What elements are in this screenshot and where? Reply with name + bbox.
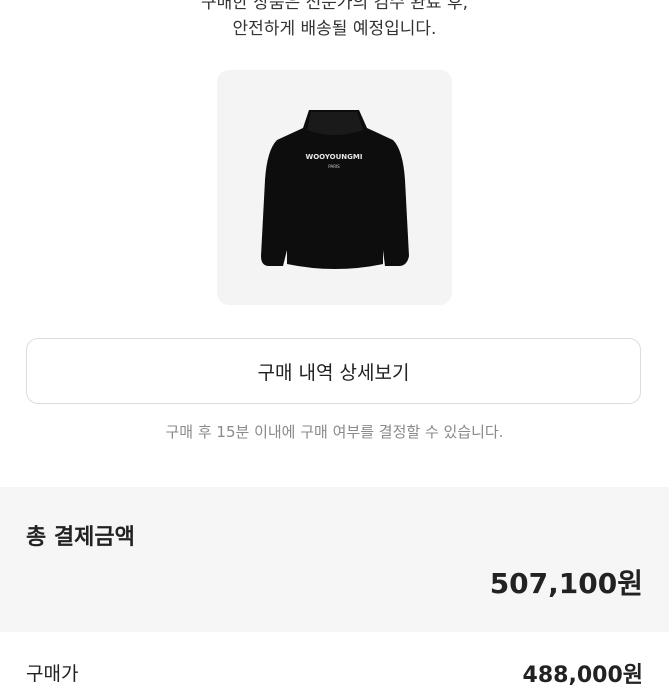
black-hoodie-image: WOOYOUNGMI PARIS — [261, 110, 409, 269]
purchase-message: 구매한 상품은 전문가의 검수 완료 후, 안전하게 배송될 예정입니다. — [0, 0, 669, 42]
decision-notice: 구매 후 15분 이내에 구매 여부를 결정할 수 있습니다. — [165, 423, 504, 441]
purchase-detail-button[interactable]: 구매 내역 상세보기 — [26, 338, 641, 404]
purchase-detail-button-label: 구매 내역 상세보기 — [257, 361, 410, 384]
price-row-value: 488,000원 — [522, 663, 643, 688]
purchase-message-line1: 구매한 상품은 전문가의 검수 완료 후, — [200, 0, 469, 13]
total-payment-label: 총 결제금액 — [26, 525, 135, 550]
product-brand-text: WOOYOUNGMI — [305, 153, 362, 161]
total-payment-amount: 507,100원 — [489, 567, 643, 600]
price-row-label: 구매가 — [26, 663, 79, 685]
purchase-message-line2: 안전하게 배송될 예정입니다. — [232, 19, 437, 39]
product-brand-subtext: PARIS — [328, 164, 340, 169]
product-image-card: WOOYOUNGMI PARIS — [217, 70, 452, 305]
